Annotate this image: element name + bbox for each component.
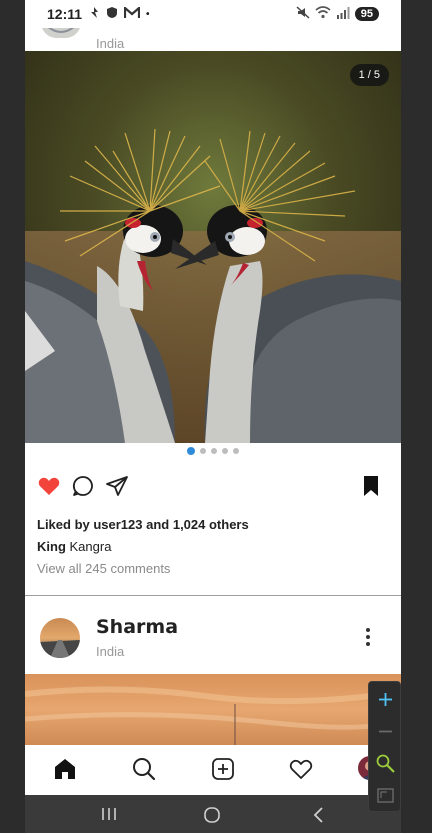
notification-icon xyxy=(88,6,100,22)
zoom-out-minus-icon[interactable] xyxy=(375,721,396,742)
zoom-in-plus-icon[interactable] xyxy=(375,689,396,710)
battery-badge: 95 xyxy=(354,7,379,21)
next-post-location: India xyxy=(96,644,125,659)
post-actions xyxy=(25,472,401,502)
add-post-icon[interactable] xyxy=(210,756,236,782)
next-post-image[interactable] xyxy=(25,674,401,745)
carousel-dot[interactable] xyxy=(233,448,239,454)
caption-username[interactable]: King xyxy=(37,539,66,554)
post-caption: King Kangra xyxy=(37,539,111,554)
previous-post-location: India xyxy=(96,36,125,51)
status-dot: • xyxy=(146,8,150,20)
emulator-side-toolbar xyxy=(368,681,401,812)
carousel-dots xyxy=(25,446,401,456)
view-comments-link[interactable]: View all 245 comments xyxy=(37,561,170,576)
caption-text: Kangra xyxy=(69,539,112,554)
status-bar: 12:11 • 95 xyxy=(25,0,401,28)
comment-icon[interactable] xyxy=(71,474,97,500)
more-options-icon[interactable] xyxy=(359,626,377,648)
shield-icon xyxy=(106,6,118,22)
carousel-dot[interactable] xyxy=(222,448,228,454)
bookmark-icon[interactable] xyxy=(359,474,385,500)
mute-icon xyxy=(296,6,310,22)
back-button-icon[interactable] xyxy=(311,806,325,829)
gmail-icon xyxy=(123,5,141,22)
share-send-icon[interactable] xyxy=(105,474,131,500)
home-icon[interactable] xyxy=(52,756,78,782)
carousel-dot[interactable] xyxy=(211,448,217,454)
image-page-counter: 1 / 5 xyxy=(349,64,389,86)
activity-heart-icon[interactable] xyxy=(288,756,314,782)
signal-icon xyxy=(336,6,350,22)
carousel-dot-active[interactable] xyxy=(187,447,195,455)
carousel-dot[interactable] xyxy=(200,448,206,454)
next-post-username[interactable]: Sharma xyxy=(96,616,178,638)
status-time: 12:11 xyxy=(47,6,83,22)
screen-fit-icon[interactable] xyxy=(375,785,396,806)
next-post-avatar[interactable] xyxy=(40,618,80,658)
zoom-magnifier-icon[interactable] xyxy=(375,753,396,774)
recent-apps-icon[interactable] xyxy=(100,806,118,827)
next-post-header: Sharma India xyxy=(25,596,401,674)
system-navigation-bar xyxy=(25,795,401,833)
wifi-icon xyxy=(315,6,331,22)
bottom-navigation xyxy=(25,745,401,795)
home-button-icon[interactable] xyxy=(203,806,221,829)
like-heart-icon[interactable] xyxy=(37,474,63,500)
phone-screen: India 12:11 • 95 1 / 5 Liked by user123 … xyxy=(25,0,401,795)
post-image[interactable]: 1 / 5 xyxy=(25,51,401,443)
likes-count[interactable]: Liked by user123 and 1,024 others xyxy=(37,517,249,532)
search-icon[interactable] xyxy=(131,756,157,782)
